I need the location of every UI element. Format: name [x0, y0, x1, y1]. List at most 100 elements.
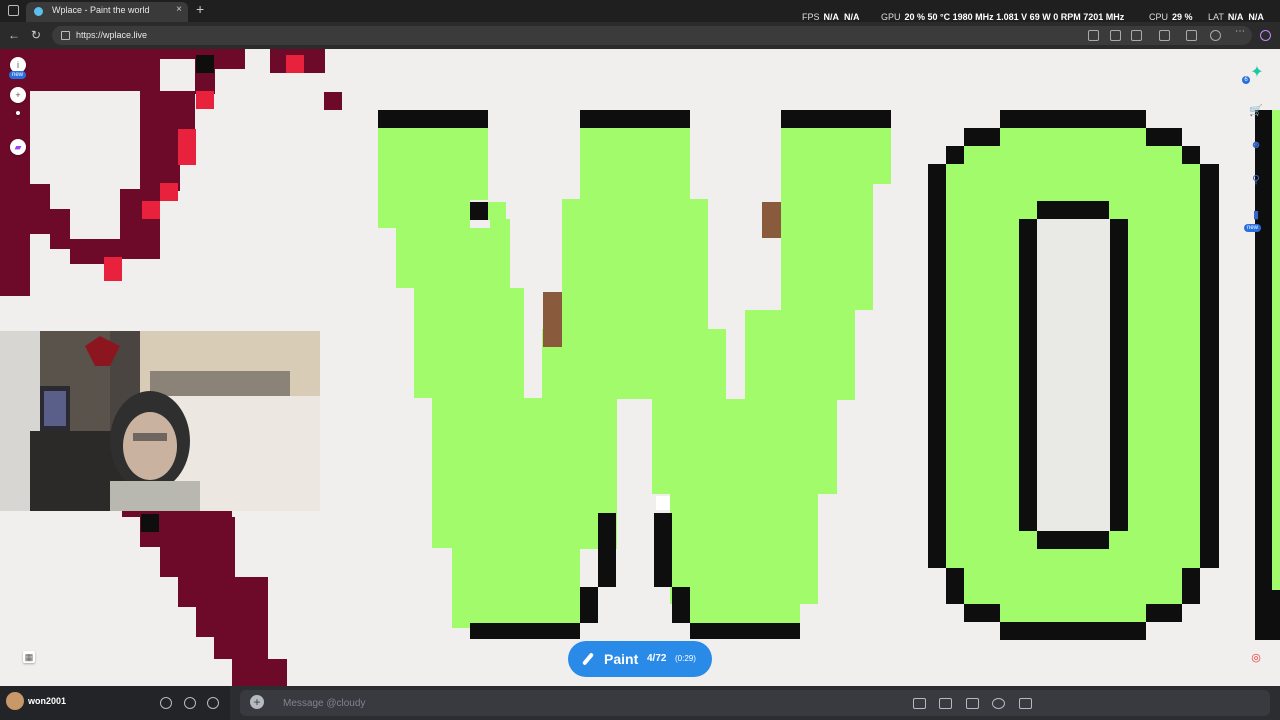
o-outline — [1000, 622, 1146, 640]
brush-icon — [581, 652, 595, 666]
favorite-star-icon[interactable] — [1131, 30, 1142, 41]
cpu-value: 29 % — [1172, 12, 1193, 22]
headset-icon[interactable] — [184, 697, 196, 709]
o-fill — [1000, 604, 1146, 622]
browser-tab-strip: Wplace - Paint the world × + FPS N/A N/A … — [0, 0, 1280, 22]
map-layers-icon[interactable]: ▦ — [23, 651, 35, 663]
lat-readout: LAT N/A N/A — [1208, 12, 1264, 22]
o-outline — [1182, 568, 1200, 604]
pixel-block — [50, 209, 70, 249]
o-outline — [964, 128, 1000, 146]
locate-icon[interactable]: ◎ — [1248, 650, 1264, 666]
pixel-canvas[interactable]: i new + - ▰ ▦ ✦ 6 🛒 ☻ ⚲ ▮ new ◎ Paint 4/… — [0, 49, 1280, 686]
address-bar: ← ↻ https://wplace.live ⋯ — [0, 22, 1280, 49]
activities-icon[interactable] — [1019, 698, 1032, 709]
w-fill — [488, 202, 506, 220]
tab-title: Wplace - Paint the world — [52, 5, 150, 15]
copilot-icon[interactable] — [1260, 30, 1271, 41]
paint-button[interactable]: Paint 4/72 (0:29) — [568, 641, 712, 677]
w-fill — [745, 310, 855, 400]
pixel-block — [0, 91, 30, 296]
sticker-icon[interactable] — [966, 698, 979, 709]
right-toolbar: ✦ 6 🛒 ☻ ⚲ ▮ new ◎ — [1240, 49, 1280, 686]
tab-close-icon[interactable]: × — [176, 4, 182, 15]
mic-icon[interactable] — [160, 697, 172, 709]
settings-gear-icon[interactable] — [207, 697, 219, 709]
w-fill — [378, 128, 470, 228]
pixel-block — [232, 659, 287, 686]
fps-readout: FPS N/A N/A — [802, 12, 860, 22]
o-outline — [1200, 164, 1219, 568]
o-outline — [1037, 531, 1109, 549]
pixel-block — [120, 189, 160, 259]
url-field[interactable]: https://wplace.live — [52, 26, 1252, 45]
lat-label: LAT — [1208, 12, 1224, 22]
alliance-logo-icon[interactable]: ✦ — [1246, 65, 1268, 87]
w-fill — [470, 128, 488, 200]
app-available-icon[interactable] — [1088, 30, 1099, 41]
paint-label: Paint — [604, 651, 639, 667]
w-fill — [542, 329, 726, 399]
o-fill — [964, 146, 1182, 164]
zoom-out-button[interactable]: - — [16, 111, 20, 124]
o-hole — [1037, 219, 1110, 531]
gift-icon[interactable] — [913, 698, 926, 709]
refresh-extension-icon[interactable] — [1159, 30, 1170, 41]
search-icon[interactable]: ⚲ — [1248, 172, 1264, 188]
leaderboard-icon[interactable]: ▮ — [1248, 207, 1264, 223]
profile-icon[interactable] — [1210, 30, 1221, 41]
pixel-block — [324, 92, 342, 110]
new-badge: new — [9, 71, 27, 79]
w-fill — [396, 228, 506, 288]
add-attachment-icon[interactable]: + — [250, 695, 264, 709]
black-pixel — [141, 514, 159, 532]
wplace-favicon-icon — [34, 7, 43, 16]
message-input[interactable]: + Message @cloudy — [240, 690, 1270, 716]
site-info-icon[interactable] — [61, 31, 70, 40]
fps-value-2: N/A — [844, 12, 860, 22]
twitch-icon[interactable]: ▰ — [10, 139, 26, 155]
o-outline — [1019, 219, 1037, 531]
o-outline — [964, 604, 1000, 622]
cpu-readout: CPU 29 % — [1149, 12, 1193, 22]
notification-count-badge: 6 — [1242, 76, 1250, 84]
o-outline — [1000, 110, 1146, 130]
leaderboard-new-badge: new — [1244, 224, 1262, 232]
o-outline — [1146, 604, 1182, 622]
cpu-label: CPU — [1149, 12, 1169, 22]
user-panel: won2001 — [0, 686, 230, 720]
window-menu-icon[interactable] — [8, 5, 19, 16]
o-fill — [964, 568, 1182, 604]
red-pixel — [142, 201, 160, 219]
fps-value: N/A — [823, 12, 840, 22]
username: won2001 — [28, 696, 67, 706]
community-icon[interactable]: ☻ — [1248, 137, 1264, 153]
gpu-value: 20 % 50 °C 1980 MHz 1.081 V 69 W 0 RPM 7… — [904, 12, 1125, 22]
favorites-icon[interactable] — [1186, 30, 1197, 41]
w-fill — [490, 219, 510, 289]
o-outline — [1037, 201, 1109, 219]
reload-icon[interactable]: ↻ — [31, 28, 41, 42]
browser-tab[interactable]: Wplace - Paint the world × — [26, 2, 188, 22]
new-tab-button[interactable]: + — [196, 1, 204, 17]
w-outline — [378, 110, 488, 128]
emoji-icon[interactable] — [992, 698, 1005, 709]
read-aloud-icon[interactable] — [1110, 30, 1121, 41]
w-outline — [690, 623, 800, 639]
w-outline — [781, 110, 891, 128]
w-outline — [672, 587, 690, 623]
w-fill — [781, 184, 873, 310]
more-menu-icon[interactable]: ⋯ — [1235, 26, 1245, 37]
back-icon[interactable]: ← — [8, 28, 20, 42]
o-outline — [946, 146, 964, 164]
store-cart-icon[interactable]: 🛒 — [1248, 103, 1264, 119]
gif-icon[interactable] — [939, 698, 952, 709]
o-fill — [1000, 128, 1146, 146]
zoom-in-button[interactable]: + — [10, 87, 26, 103]
pixel-block — [30, 184, 50, 234]
w-outline — [470, 623, 580, 639]
w-fill — [414, 288, 524, 398]
avatar[interactable] — [6, 692, 24, 710]
o-outline — [1146, 128, 1182, 146]
w-fill — [580, 128, 690, 208]
